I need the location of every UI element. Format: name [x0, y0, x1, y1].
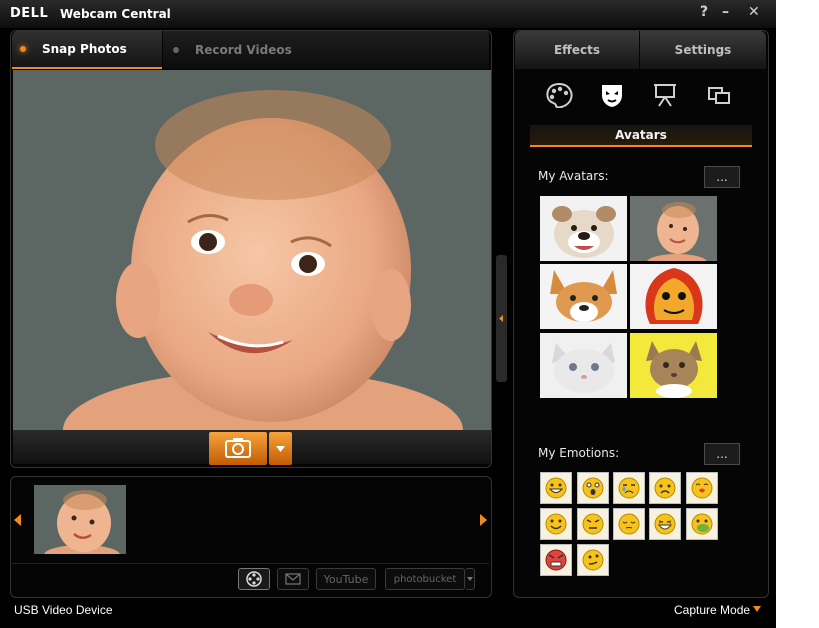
color-effects-tab[interactable]	[542, 80, 576, 110]
dell-logo: DELL	[10, 6, 49, 21]
tab-record-videos[interactable]: Record Videos	[163, 31, 489, 69]
avatars-tab[interactable]	[595, 80, 629, 110]
fire-mask-image	[645, 268, 703, 324]
emotions-more-button[interactable]: ...	[704, 443, 740, 465]
help-button[interactable]: ?	[700, 4, 708, 20]
video-preview	[13, 70, 491, 430]
tab-record-videos-label: Record Videos	[195, 43, 292, 57]
capture-mode-chevron-icon[interactable]	[753, 606, 761, 613]
presentation-tab[interactable]	[648, 80, 682, 110]
skeptical-emoji-icon	[582, 549, 604, 571]
emotion-sick[interactable]	[686, 508, 718, 540]
grin-emoji-icon	[545, 477, 567, 499]
corgi-image	[550, 270, 617, 322]
email-button[interactable]	[277, 568, 309, 590]
palette-icon	[546, 82, 573, 108]
photobucket-dropdown[interactable]	[465, 568, 475, 590]
tab-settings[interactable]: Settings	[640, 31, 766, 69]
crying-emoji-icon	[618, 477, 640, 499]
emotion-grin[interactable]	[540, 472, 572, 504]
close-button[interactable]: ✕	[748, 4, 760, 20]
avatar-mask-icon	[602, 85, 622, 107]
surprised-emoji-icon	[582, 477, 604, 499]
emotion-skeptical[interactable]	[577, 544, 609, 576]
capture-mode-label[interactable]: Capture Mode	[674, 603, 750, 617]
gallery-next-arrow-icon[interactable]	[480, 514, 488, 526]
inactive-dot-icon	[173, 47, 179, 53]
baby-face-image	[63, 90, 463, 430]
avatar-fire-mask[interactable]	[630, 264, 717, 329]
angry-emoji-icon	[545, 549, 567, 571]
emotion-surprised[interactable]	[577, 472, 609, 504]
laughing-emoji-icon	[654, 513, 676, 535]
emotion-angry[interactable]	[540, 544, 572, 576]
emotion-laughing[interactable]	[649, 508, 681, 540]
tab-snap-photos-label: Snap Photos	[42, 42, 127, 56]
share-film-button[interactable]	[238, 568, 270, 590]
white-cat-image	[552, 343, 615, 393]
tab-settings-label: Settings	[674, 43, 732, 57]
pip-icon	[708, 87, 730, 104]
annoyed-emoji-icon	[582, 513, 604, 535]
avatar-bulldog[interactable]	[540, 196, 627, 261]
sad-emoji-icon	[654, 477, 676, 499]
film-reel-icon	[246, 571, 262, 587]
emotion-sleepy[interactable]	[613, 508, 645, 540]
emotion-kiss[interactable]	[686, 472, 718, 504]
active-effect-label: Avatars	[530, 125, 752, 147]
chevron-down-icon	[276, 446, 285, 452]
youtube-button[interactable]: YouTube	[316, 568, 376, 590]
camera-icon	[225, 438, 251, 458]
app-title: Webcam Central	[60, 7, 171, 21]
emotion-sad[interactable]	[649, 472, 681, 504]
avatar-corgi[interactable]	[540, 264, 627, 329]
youtube-label: YouTube	[323, 572, 369, 586]
photobucket-button[interactable]: photobucket	[385, 568, 465, 590]
tabby-cat-image	[646, 341, 702, 398]
app-window: DELL Webcam Central ? – ✕ Snap Photos Re…	[0, 0, 776, 628]
smile-emoji-icon	[545, 513, 567, 535]
tab-snap-photos[interactable]: Snap Photos	[12, 31, 162, 69]
my-emotions-label: My Emotions:	[538, 446, 620, 460]
kiss-emoji-icon	[691, 477, 713, 499]
presentation-icon	[654, 84, 676, 107]
tab-effects[interactable]: Effects	[515, 31, 639, 69]
envelope-icon	[285, 573, 301, 585]
gallery-prev-arrow-icon[interactable]	[14, 514, 22, 526]
picture-in-picture-tab[interactable]	[702, 80, 736, 110]
chevron-down-icon	[466, 576, 473, 581]
active-dot-icon	[20, 46, 26, 52]
sick-emoji-icon	[691, 513, 713, 535]
collapse-arrow-icon	[499, 315, 503, 322]
panel-splitter[interactable]	[496, 255, 507, 382]
gallery-thumbnail[interactable]	[34, 485, 126, 554]
avatar-baby[interactable]	[630, 196, 717, 261]
tab-effects-label: Effects	[553, 43, 601, 57]
avatar-tabby-cat[interactable]	[630, 333, 717, 398]
capture-button[interactable]	[209, 432, 267, 465]
emotion-smile[interactable]	[540, 508, 572, 540]
sleepy-emoji-icon	[618, 513, 640, 535]
photobucket-label: photobucket	[393, 573, 457, 585]
avatars-more-button[interactable]: ...	[704, 166, 740, 188]
avatar-white-cat[interactable]	[540, 333, 627, 398]
title-bar: DELL Webcam Central ? – ✕	[0, 0, 776, 28]
bulldog-image	[552, 206, 616, 258]
minimize-button[interactable]: –	[722, 4, 729, 20]
baby-avatar-image	[647, 202, 707, 261]
emotion-crying[interactable]	[613, 472, 645, 504]
capture-options-button[interactable]	[269, 432, 292, 465]
my-avatars-label: My Avatars:	[538, 169, 609, 183]
baby-thumbnail-image	[44, 490, 120, 554]
emotion-annoyed[interactable]	[577, 508, 609, 540]
device-name: USB Video Device	[14, 603, 113, 617]
